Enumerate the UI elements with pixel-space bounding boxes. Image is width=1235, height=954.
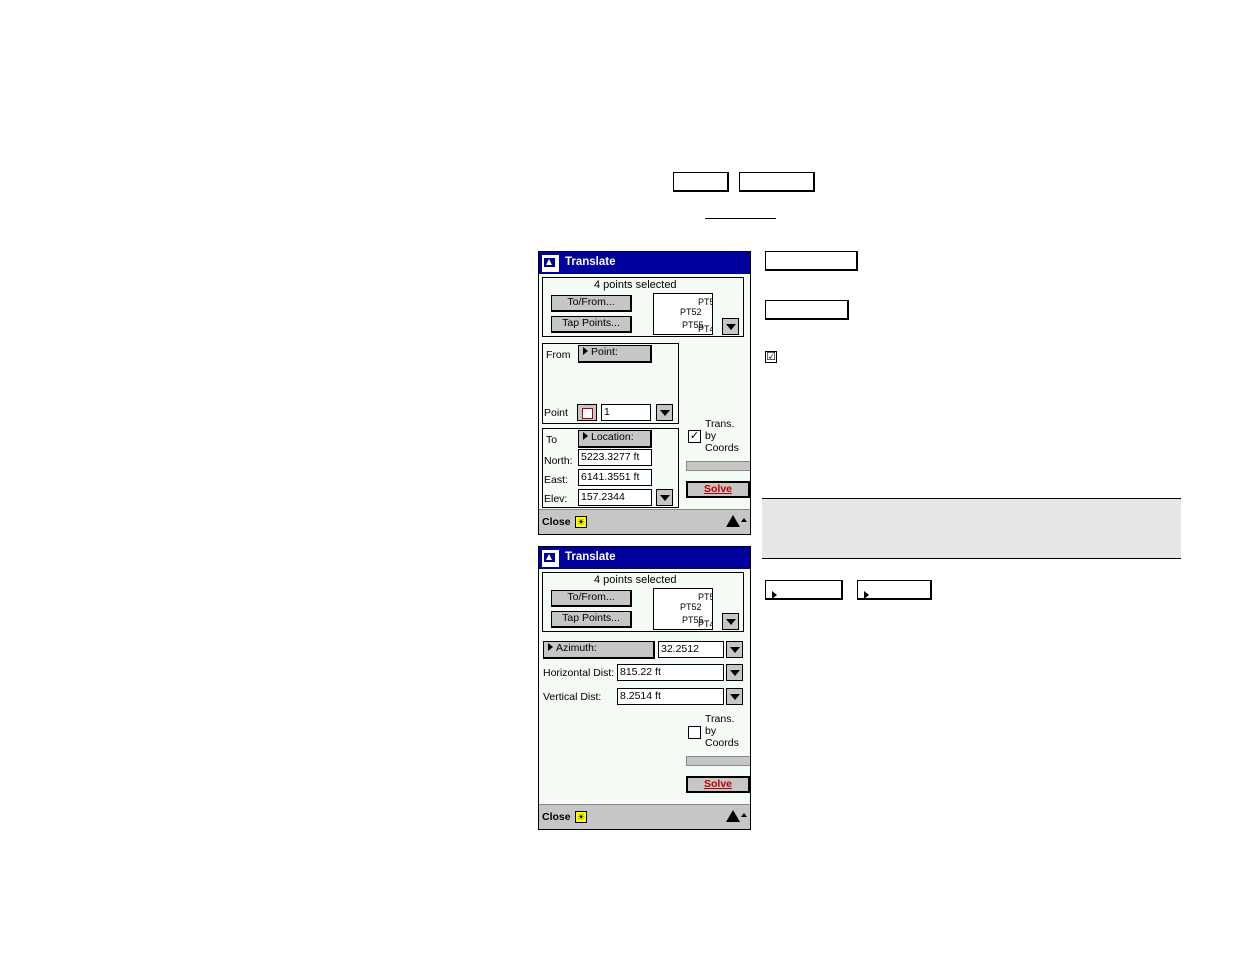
preview-label: PT4: [698, 619, 713, 629]
trans-by-coords-checkbox[interactable]: ✓: [688, 430, 701, 443]
doc-mode-button-2[interactable]: [857, 580, 932, 600]
doc-button-top-1[interactable]: [673, 172, 729, 192]
azimuth-label: Azimuth:: [556, 642, 597, 654]
preview-label: PT5: [698, 592, 713, 602]
preview-label: PT4: [698, 324, 713, 334]
progress-bar: [686, 756, 750, 766]
solve-button[interactable]: Solve: [686, 481, 750, 498]
to-mode-button[interactable]: Location:: [578, 430, 652, 448]
chevron-down-icon[interactable]: [726, 641, 743, 658]
from-panel: From Point: Point 1: [542, 343, 679, 424]
to-mode-label: Location:: [591, 431, 634, 443]
titlebar: Translate: [539, 547, 750, 569]
from-mode-label: Point:: [591, 346, 618, 358]
app-icon[interactable]: [542, 255, 559, 272]
titlebar: Translate: [539, 252, 750, 274]
trans-label: Coords: [705, 737, 739, 749]
to-from-button[interactable]: To/From...: [551, 295, 632, 312]
note-box: [762, 498, 1181, 559]
trans-by-coords-checkbox[interactable]: [688, 726, 701, 739]
trans-label: by: [705, 430, 717, 442]
sun-icon[interactable]: ☀: [575, 811, 587, 823]
doc-link-underline: [705, 218, 776, 219]
map-pick-icon[interactable]: [577, 404, 597, 421]
triangle-right-icon: [548, 643, 553, 651]
warning-icon[interactable]: [726, 515, 740, 527]
elev-label: Elev:: [544, 493, 568, 505]
tap-points-button[interactable]: Tap Points...: [551, 611, 632, 628]
to-from-button[interactable]: To/From...: [551, 590, 632, 607]
chevron-down-icon[interactable]: [726, 688, 743, 705]
hdist-input[interactable]: 815.22 ft: [617, 664, 724, 681]
azimuth-mode-button[interactable]: Azimuth:: [543, 641, 655, 659]
points-preview: PT5 PT52 PT55 PT4: [653, 588, 713, 630]
chevron-down-icon[interactable]: [722, 318, 739, 335]
trans-label: Trans.: [705, 713, 735, 725]
doc-button-right-1[interactable]: [765, 251, 858, 271]
command-bar: Close ☀: [539, 804, 750, 829]
triangle-right-icon: [583, 347, 588, 355]
trans-label: Trans.: [705, 418, 735, 430]
preview-label: PT52: [680, 602, 702, 612]
selection-panel: 4 points selected To/From... Tap Points.…: [542, 572, 744, 632]
close-button[interactable]: Close: [542, 811, 571, 823]
chevron-down-icon[interactable]: [726, 664, 743, 681]
triangle-right-icon: [772, 591, 777, 599]
points-preview: PT5 PT52 PT55 PT4: [653, 293, 713, 335]
warning-icon[interactable]: [726, 810, 740, 822]
triangle-right-icon: [583, 432, 588, 440]
doc-button-right-2[interactable]: [765, 300, 849, 320]
hdist-label: Horizontal Dist:: [543, 667, 615, 679]
translate-screen-coords: Translate 4 points selected To/From... T…: [538, 251, 751, 535]
arrow-up-icon[interactable]: [741, 518, 747, 522]
trans-label: Coords: [705, 442, 739, 454]
close-button[interactable]: Close: [542, 516, 571, 528]
north-label: North:: [544, 455, 573, 467]
chevron-down-icon[interactable]: [656, 404, 673, 421]
to-panel: To Location: North: 5223.3277 ft East: 6…: [542, 428, 679, 508]
doc-checkbox-icon: ☑: [765, 351, 777, 363]
north-input[interactable]: 5223.3277 ft: [578, 449, 652, 466]
preview-label: PT52: [680, 307, 702, 317]
progress-bar: [686, 461, 750, 471]
vdist-input[interactable]: 8.2514 ft: [617, 688, 724, 705]
points-selected-label: 4 points selected: [594, 574, 677, 586]
elev-input[interactable]: 157.2344: [578, 489, 652, 506]
translate-screen-azimuth: Translate 4 points selected To/From... T…: [538, 546, 751, 830]
from-label: From: [546, 349, 571, 361]
to-label: To: [546, 434, 558, 446]
east-label: East:: [544, 474, 568, 486]
east-input[interactable]: 6141.3551 ft: [578, 469, 652, 486]
points-selected-label: 4 points selected: [594, 279, 677, 291]
window-title: Translate: [565, 256, 616, 268]
azimuth-input[interactable]: 32.2512: [658, 641, 724, 658]
triangle-right-icon: [864, 591, 869, 599]
selection-panel: 4 points selected To/From... Tap Points.…: [542, 277, 744, 337]
solve-button[interactable]: Solve: [686, 776, 750, 793]
app-icon[interactable]: [542, 550, 559, 567]
command-bar: Close ☀: [539, 509, 750, 534]
doc-mode-button-1[interactable]: [765, 580, 843, 600]
trans-label: by: [705, 725, 717, 737]
preview-label: PT5: [698, 297, 713, 307]
tap-points-button[interactable]: Tap Points...: [551, 316, 632, 333]
vdist-label: Vertical Dist:: [543, 691, 602, 703]
from-mode-button[interactable]: Point:: [578, 345, 652, 363]
chevron-down-icon[interactable]: [722, 613, 739, 630]
point-input[interactable]: 1: [601, 404, 651, 421]
window-title: Translate: [565, 551, 616, 563]
chevron-down-icon[interactable]: [656, 489, 673, 506]
point-label: Point: [544, 407, 568, 419]
sun-icon[interactable]: ☀: [575, 516, 587, 528]
arrow-up-icon[interactable]: [741, 813, 747, 817]
doc-button-top-2[interactable]: [739, 172, 815, 192]
